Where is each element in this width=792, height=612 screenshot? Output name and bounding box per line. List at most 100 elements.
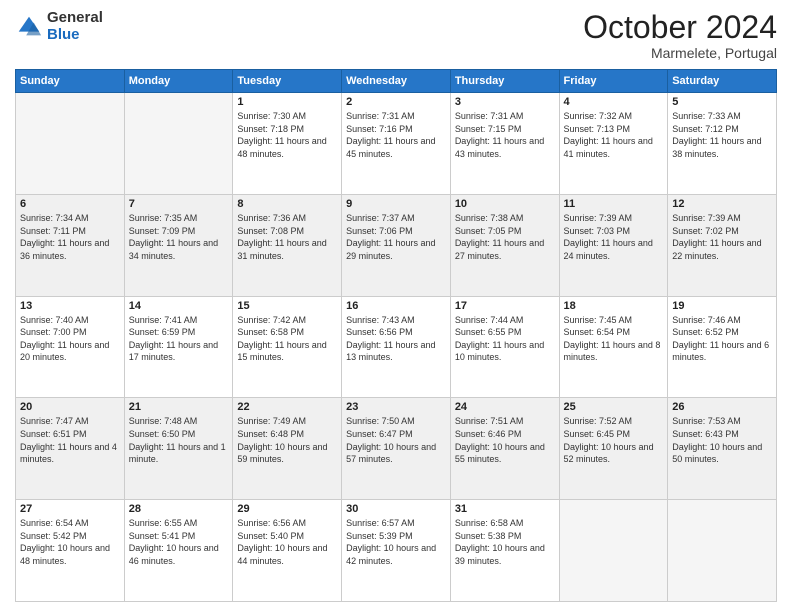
- table-row: 30Sunrise: 6:57 AM Sunset: 5:39 PM Dayli…: [342, 500, 451, 602]
- table-row: 4 Sunrise: 7:32 AM Sunset: 7:13 PM Daylig…: [559, 93, 668, 195]
- calendar-week-5: 27Sunrise: 6:54 AM Sunset: 5:42 PM Dayli…: [16, 500, 777, 602]
- table-row: 3 Sunrise: 7:31 AM Sunset: 7:15 PM Daylig…: [450, 93, 559, 195]
- day-number: 16: [346, 300, 446, 312]
- day-number: 11: [564, 198, 664, 210]
- day-info: Sunrise: 7:33 AM Sunset: 7:12 PM Dayligh…: [672, 110, 772, 160]
- day-number: 10: [455, 198, 555, 210]
- table-row: 6 Sunrise: 7:34 AM Sunset: 7:11 PM Daylig…: [16, 194, 125, 296]
- day-info: Sunrise: 7:38 AM Sunset: 7:05 PM Dayligh…: [455, 212, 555, 262]
- day-info: Sunrise: 7:39 AM Sunset: 7:03 PM Dayligh…: [564, 212, 664, 262]
- table-row: 18Sunrise: 7:45 AM Sunset: 6:54 PM Dayli…: [559, 296, 668, 398]
- day-number: 31: [455, 503, 555, 515]
- table-row: [668, 500, 777, 602]
- col-monday: Monday: [124, 70, 233, 93]
- table-row: 31 Sunrise: 6:58 AM Sunset: 5:38 PM Dayli…: [450, 500, 559, 602]
- day-info: Sunrise: 7:43 AM Sunset: 6:56 PM Dayligh…: [346, 314, 446, 364]
- logo-text: General Blue: [47, 10, 103, 43]
- day-info: Sunrise: 7:52 AM Sunset: 6:45 PM Dayligh…: [564, 415, 664, 465]
- table-row: 13Sunrise: 7:40 AM Sunset: 7:00 PM Dayli…: [16, 296, 125, 398]
- day-number: 2: [346, 96, 446, 108]
- table-row: [16, 93, 125, 195]
- calendar-week-4: 20 Sunrise: 7:47 AM Sunset: 6:51 PM Dayli…: [16, 398, 777, 500]
- day-number: 26: [672, 401, 772, 413]
- day-info: Sunrise: 7:36 AM Sunset: 7:08 PM Dayligh…: [237, 212, 337, 262]
- col-wednesday: Wednesday: [342, 70, 451, 93]
- table-row: 27Sunrise: 6:54 AM Sunset: 5:42 PM Dayli…: [16, 500, 125, 602]
- day-info: Sunrise: 7:31 AM Sunset: 7:15 PM Dayligh…: [455, 110, 555, 160]
- day-info: Sunrise: 7:48 AM Sunset: 6:50 PM Dayligh…: [129, 415, 229, 465]
- col-thursday: Thursday: [450, 70, 559, 93]
- day-number: 15: [237, 300, 337, 312]
- calendar-week-3: 13Sunrise: 7:40 AM Sunset: 7:00 PM Dayli…: [16, 296, 777, 398]
- table-row: [124, 93, 233, 195]
- table-row: 22 Sunrise: 7:49 AM Sunset: 6:48 PM Dayli…: [233, 398, 342, 500]
- day-info: Sunrise: 6:55 AM Sunset: 5:41 PM Dayligh…: [129, 517, 229, 567]
- logo-icon: [15, 13, 43, 41]
- logo-general-text: General: [47, 10, 103, 27]
- table-row: 9 Sunrise: 7:37 AM Sunset: 7:06 PM Daylig…: [342, 194, 451, 296]
- table-row: 11 Sunrise: 7:39 AM Sunset: 7:03 PM Dayli…: [559, 194, 668, 296]
- day-info: Sunrise: 6:56 AM Sunset: 5:40 PM Dayligh…: [237, 517, 337, 567]
- day-number: 21: [129, 401, 229, 413]
- day-info: Sunrise: 6:58 AM Sunset: 5:38 PM Dayligh…: [455, 517, 555, 567]
- day-number: 6: [20, 198, 120, 210]
- table-row: [559, 500, 668, 602]
- day-number: 14: [129, 300, 229, 312]
- day-info: Sunrise: 7:53 AM Sunset: 6:43 PM Dayligh…: [672, 415, 772, 465]
- day-number: 8: [237, 198, 337, 210]
- day-info: Sunrise: 7:39 AM Sunset: 7:02 PM Dayligh…: [672, 212, 772, 262]
- calendar-week-1: 1 Sunrise: 7:30 AM Sunset: 7:18 PM Daylig…: [16, 93, 777, 195]
- calendar-week-2: 6 Sunrise: 7:34 AM Sunset: 7:11 PM Daylig…: [16, 194, 777, 296]
- day-info: Sunrise: 7:46 AM Sunset: 6:52 PM Dayligh…: [672, 314, 772, 364]
- day-number: 1: [237, 96, 337, 108]
- day-info: Sunrise: 7:41 AM Sunset: 6:59 PM Dayligh…: [129, 314, 229, 364]
- day-number: 7: [129, 198, 229, 210]
- title-area: October 2024 Marmelete, Portugal: [583, 10, 777, 61]
- day-info: Sunrise: 7:49 AM Sunset: 6:48 PM Dayligh…: [237, 415, 337, 465]
- day-info: Sunrise: 7:35 AM Sunset: 7:09 PM Dayligh…: [129, 212, 229, 262]
- table-row: 29 Sunrise: 6:56 AM Sunset: 5:40 PM Dayli…: [233, 500, 342, 602]
- day-info: Sunrise: 7:32 AM Sunset: 7:13 PM Dayligh…: [564, 110, 664, 160]
- day-number: 23: [346, 401, 446, 413]
- day-number: 22: [237, 401, 337, 413]
- day-info: Sunrise: 7:50 AM Sunset: 6:47 PM Dayligh…: [346, 415, 446, 465]
- day-info: Sunrise: 7:37 AM Sunset: 7:06 PM Dayligh…: [346, 212, 446, 262]
- day-number: 12: [672, 198, 772, 210]
- col-tuesday: Tuesday: [233, 70, 342, 93]
- table-row: 14 Sunrise: 7:41 AM Sunset: 6:59 PM Dayli…: [124, 296, 233, 398]
- table-row: 5 Sunrise: 7:33 AM Sunset: 7:12 PM Daylig…: [668, 93, 777, 195]
- table-row: 16 Sunrise: 7:43 AM Sunset: 6:56 PM Dayli…: [342, 296, 451, 398]
- table-row: 17Sunrise: 7:44 AM Sunset: 6:55 PM Dayli…: [450, 296, 559, 398]
- day-number: 24: [455, 401, 555, 413]
- location-subtitle: Marmelete, Portugal: [583, 45, 777, 61]
- month-title: October 2024: [583, 10, 777, 45]
- col-friday: Friday: [559, 70, 668, 93]
- day-info: Sunrise: 7:34 AM Sunset: 7:11 PM Dayligh…: [20, 212, 120, 262]
- day-info: Sunrise: 6:57 AM Sunset: 5:39 PM Dayligh…: [346, 517, 446, 567]
- day-info: Sunrise: 6:54 AM Sunset: 5:42 PM Dayligh…: [20, 517, 120, 567]
- table-row: 20 Sunrise: 7:47 AM Sunset: 6:51 PM Dayli…: [16, 398, 125, 500]
- table-row: 8 Sunrise: 7:36 AM Sunset: 7:08 PM Daylig…: [233, 194, 342, 296]
- day-number: 29: [237, 503, 337, 515]
- day-number: 20: [20, 401, 120, 413]
- day-info: Sunrise: 7:51 AM Sunset: 6:46 PM Dayligh…: [455, 415, 555, 465]
- day-info: Sunrise: 7:44 AM Sunset: 6:55 PM Dayligh…: [455, 314, 555, 364]
- day-number: 9: [346, 198, 446, 210]
- day-number: 4: [564, 96, 664, 108]
- day-info: Sunrise: 7:30 AM Sunset: 7:18 PM Dayligh…: [237, 110, 337, 160]
- table-row: 24 Sunrise: 7:51 AM Sunset: 6:46 PM Dayli…: [450, 398, 559, 500]
- day-number: 13: [20, 300, 120, 312]
- table-row: 1 Sunrise: 7:30 AM Sunset: 7:18 PM Daylig…: [233, 93, 342, 195]
- day-number: 5: [672, 96, 772, 108]
- day-number: 3: [455, 96, 555, 108]
- day-info: Sunrise: 7:31 AM Sunset: 7:16 PM Dayligh…: [346, 110, 446, 160]
- col-sunday: Sunday: [16, 70, 125, 93]
- table-row: 25 Sunrise: 7:52 AM Sunset: 6:45 PM Dayli…: [559, 398, 668, 500]
- logo-blue-text: Blue: [47, 27, 103, 44]
- day-number: 25: [564, 401, 664, 413]
- table-row: 12 Sunrise: 7:39 AM Sunset: 7:02 PM Dayli…: [668, 194, 777, 296]
- table-row: 2 Sunrise: 7:31 AM Sunset: 7:16 PM Daylig…: [342, 93, 451, 195]
- day-info: Sunrise: 7:47 AM Sunset: 6:51 PM Dayligh…: [20, 415, 120, 465]
- logo: General Blue: [15, 10, 103, 43]
- table-row: 15Sunrise: 7:42 AM Sunset: 6:58 PM Dayli…: [233, 296, 342, 398]
